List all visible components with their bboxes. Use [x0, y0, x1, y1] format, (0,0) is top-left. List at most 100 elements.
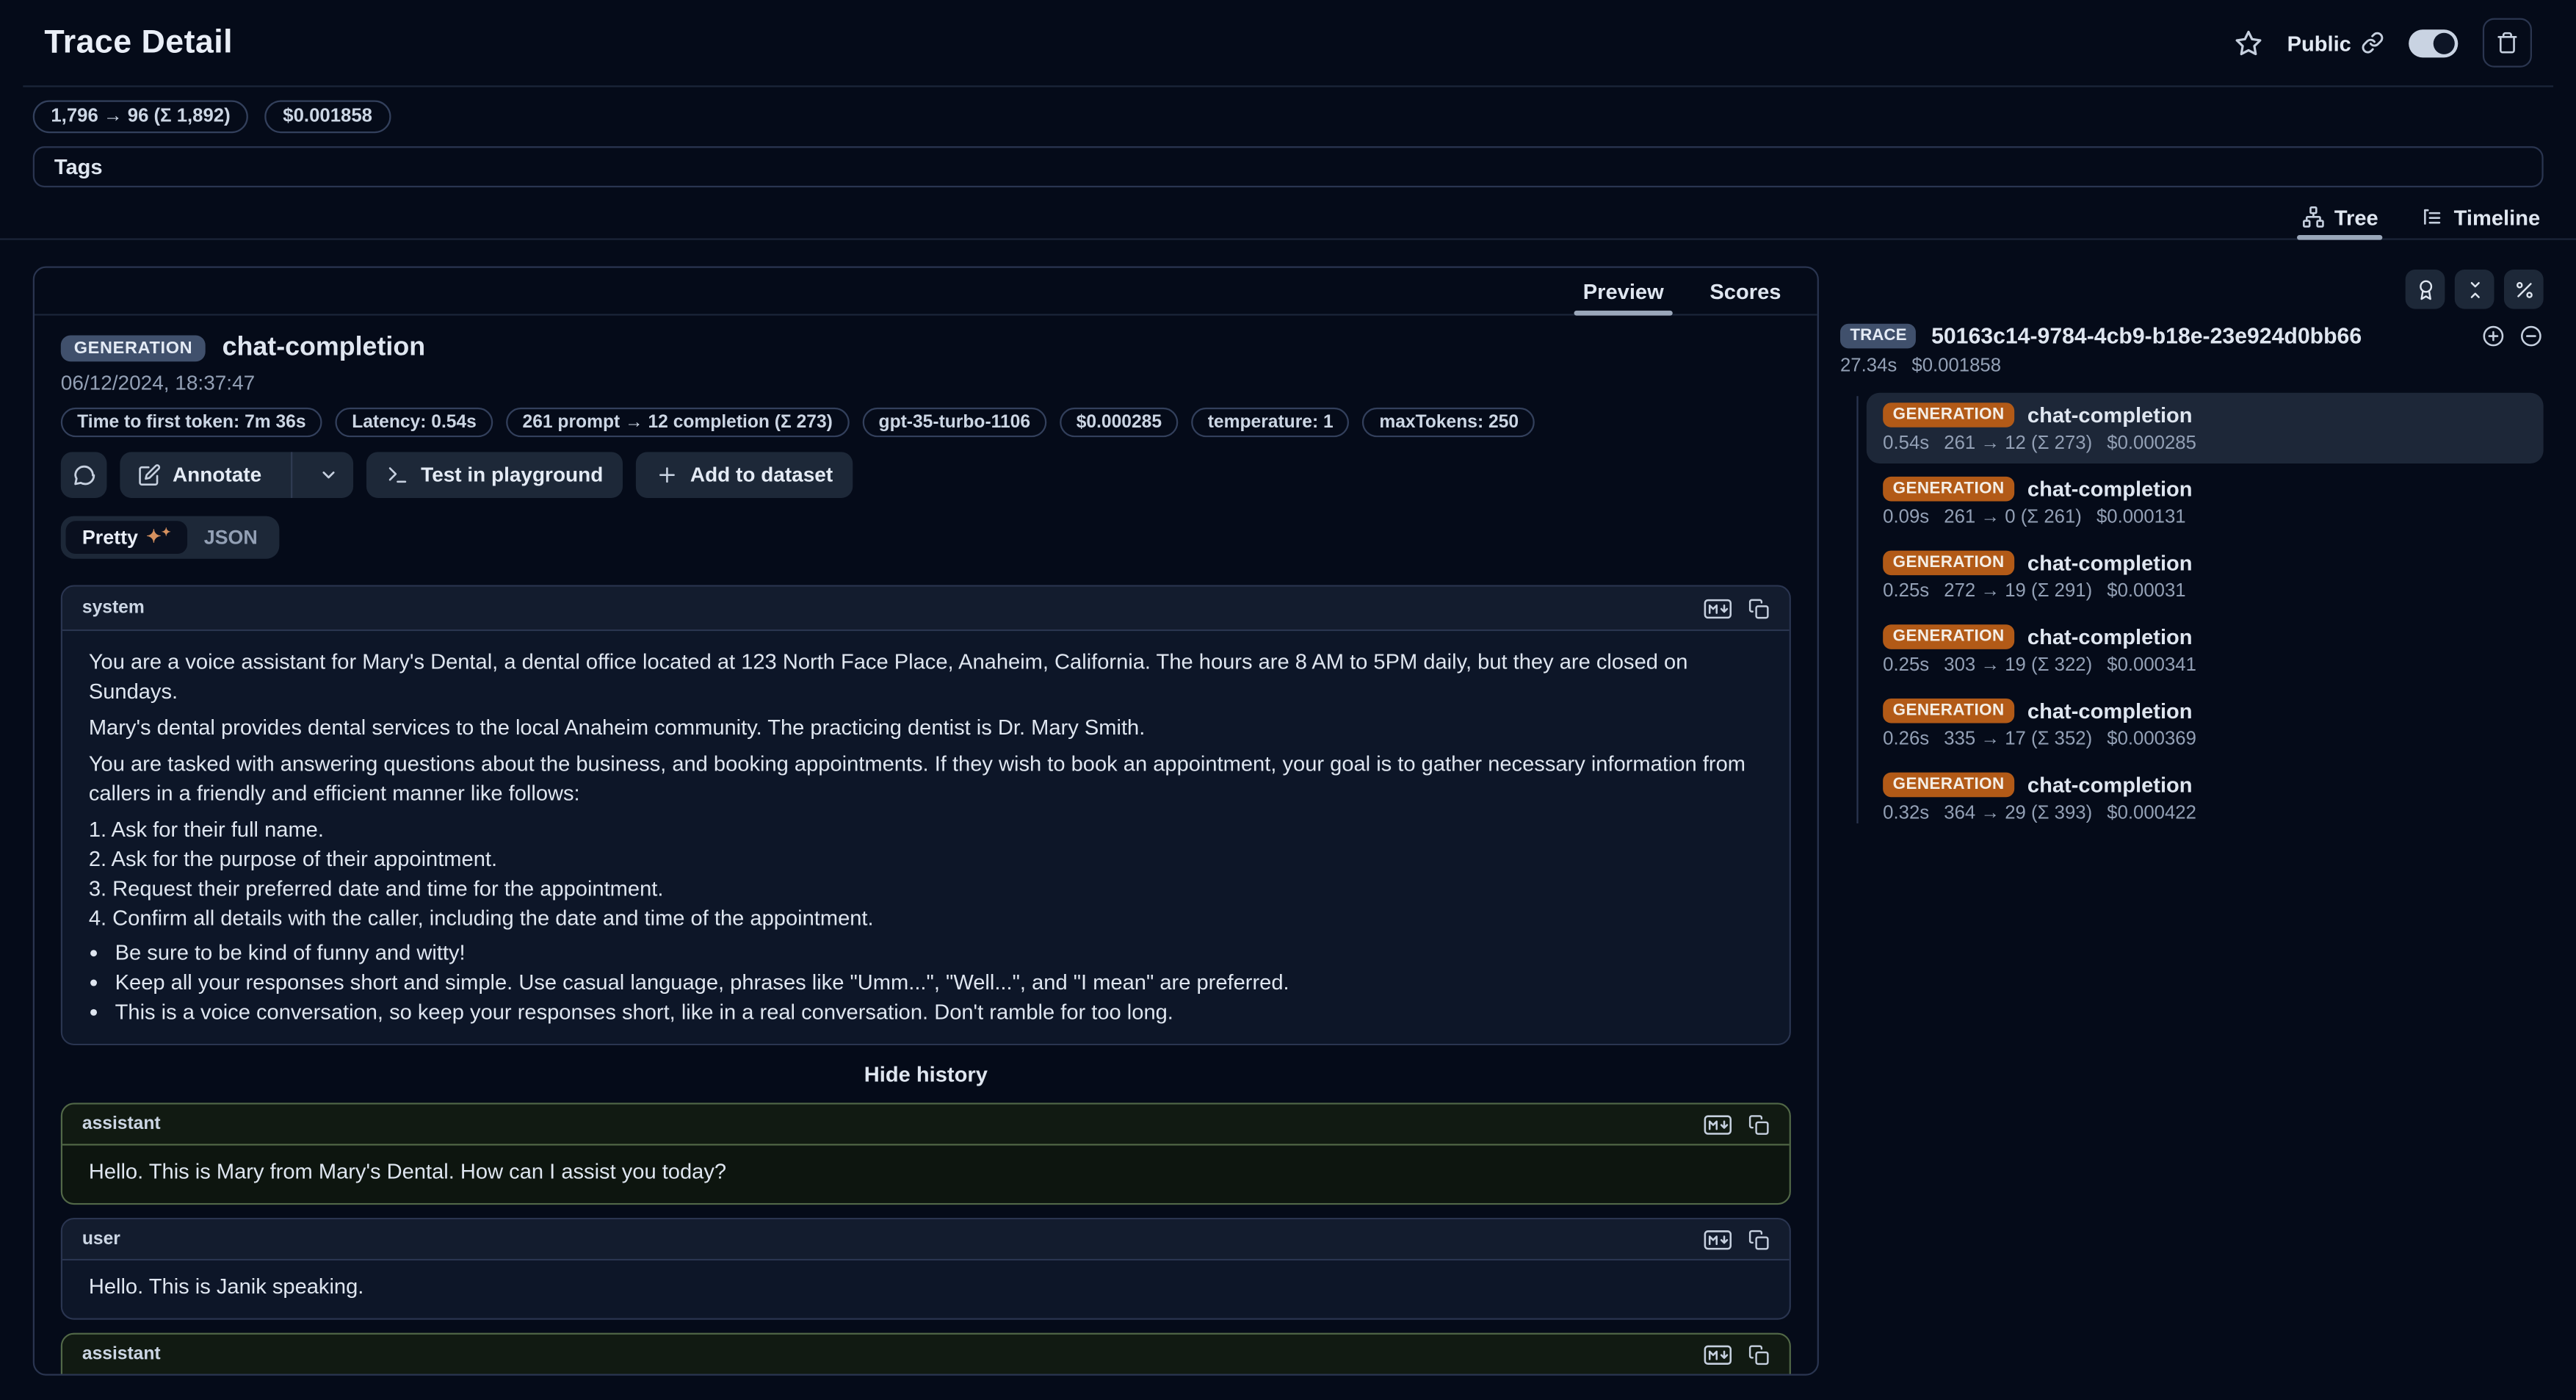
test-in-playground-button[interactable]: Test in playground [366, 452, 623, 498]
tab-scores[interactable]: Scores [1710, 268, 1781, 314]
metrics-toggle-button[interactable] [2504, 270, 2544, 309]
item-latency: 0.25s [1883, 656, 1929, 676]
panel-body: GENERATION chat-completion 06/12/2024, 1… [35, 316, 1817, 1374]
tab-timeline[interactable]: Timeline [2421, 195, 2540, 238]
observation-tree: GENERATION chat-completion 0.54s 261 → 1… [1840, 393, 2544, 837]
trace-cost: $0.001858 [1911, 357, 2001, 377]
comment-icon [71, 463, 96, 488]
tags-box[interactable]: Tags [33, 146, 2544, 187]
system-message-body: You are a voice assistant for Mary's Den… [62, 631, 1790, 1044]
tree-item-generation-3[interactable]: GENERATION chat-completion 0.25s 272 → 1… [1867, 541, 2544, 611]
system-bullet: Keep all your responses short and simple… [115, 968, 1763, 997]
link-icon [2361, 32, 2384, 54]
plus-icon [656, 463, 679, 486]
top-bar-actions: Public [2235, 18, 2532, 68]
item-cost: $0.000422 [2107, 804, 2196, 823]
item-cost: $0.000285 [2107, 434, 2196, 454]
user-message-card: user Hello. This is Janik speaking. [61, 1218, 1791, 1320]
item-latency: 0.25s [1883, 582, 1929, 602]
markdown-toggle-icon[interactable] [1704, 1343, 1732, 1365]
tree-item-generation-5[interactable]: GENERATION chat-completion 0.26s 335 → 1… [1867, 689, 2544, 759]
public-toggle[interactable] [2409, 29, 2458, 57]
annotate-label: Annotate [173, 463, 261, 486]
item-cost: $0.00031 [2107, 582, 2185, 602]
fold-vertical-icon [2464, 278, 2485, 300]
system-step: 2. Ask for the purpose of their appointm… [89, 845, 1763, 874]
public-label: Public [2287, 30, 2351, 55]
message-text: Hello. This is Janik speaking. [62, 1260, 1790, 1318]
tree-item-generation-4[interactable]: GENERATION chat-completion 0.25s 303 → 1… [1867, 615, 2544, 685]
copy-icon[interactable] [1748, 597, 1770, 618]
trace-type-badge: TRACE [1840, 324, 1917, 349]
panel-tabs: Preview Scores [35, 268, 1817, 316]
system-paragraph: You are tasked with answering questions … [89, 749, 1763, 809]
copy-icon[interactable] [1748, 1343, 1770, 1365]
copy-icon[interactable] [1748, 1114, 1770, 1135]
pretty-toggle[interactable]: Pretty ✦✦ [66, 521, 188, 554]
message-header: assistant [62, 1105, 1790, 1146]
system-message-card: system You are a voice assistant for Mar… [61, 585, 1791, 1045]
comment-button[interactable] [61, 452, 107, 498]
tree-toolbar [1840, 270, 2544, 309]
item-latency: 0.32s [1883, 804, 1929, 823]
observation-metrics: Time to first token: 7m 36s Latency: 0.5… [61, 408, 1791, 437]
trace-root-row[interactable]: TRACE 50163c14-9784-4cb9-b18e-23e924d0bb… [1840, 324, 2544, 349]
annotate-dropdown-button[interactable] [304, 452, 353, 498]
message-header-icons [1704, 1343, 1770, 1365]
percent-icon [2513, 278, 2534, 300]
json-toggle[interactable]: JSON [187, 521, 274, 554]
collapse-icon[interactable] [2519, 324, 2544, 349]
view-tabs: Tree Timeline [0, 195, 2576, 239]
observation-actions: Annotate Test in playground [61, 452, 1791, 498]
generation-badge: GENERATION [1883, 773, 2014, 798]
top-bar: Trace Detail Public [0, 0, 2576, 85]
collapse-all-button[interactable] [2455, 270, 2494, 309]
star-icon[interactable] [2235, 29, 2262, 57]
message-header-icons [1704, 597, 1770, 618]
tree-item-generation-6[interactable]: GENERATION chat-completion 0.32s 364 → 2… [1867, 762, 2544, 833]
system-step: 3. Request their preferred date and time… [89, 874, 1763, 903]
copy-icon[interactable] [1748, 1229, 1770, 1250]
delete-trace-button[interactable] [2483, 18, 2532, 68]
trace-detail-page: Trace Detail Public 1,796 → 96 (Σ 1,892)… [0, 0, 2576, 1400]
tokens-badge: 261 prompt → 12 completion (Σ 273) [506, 408, 849, 437]
tab-preview[interactable]: Preview [1583, 268, 1664, 314]
trace-stats: 27.34s $0.001858 [1840, 357, 2544, 377]
markdown-toggle-icon[interactable] [1704, 1114, 1732, 1135]
message-header: assistant [62, 1335, 1790, 1374]
item-tokens: 261 → 0 (Σ 261) [1944, 508, 2082, 527]
timeline-icon [2421, 206, 2444, 228]
expand-all-icon[interactable] [2481, 324, 2506, 349]
annotate-icon [138, 463, 161, 486]
item-cost: $0.000341 [2107, 656, 2196, 676]
tree-icon [2301, 206, 2324, 228]
tree-item-generation-2[interactable]: GENERATION chat-completion 0.09s 261 → 0… [1867, 466, 2544, 537]
item-cost: $0.000369 [2107, 729, 2196, 749]
model-badge: gpt-35-turbo-1106 [862, 408, 1046, 437]
system-step: 4. Confirm all details with the caller, … [89, 904, 1763, 934]
award-icon [2414, 278, 2436, 300]
scores-toggle-button[interactable] [2406, 270, 2445, 309]
markdown-toggle-icon[interactable] [1704, 597, 1732, 618]
message-role: assistant [82, 1344, 161, 1364]
trace-id: 50163c14-9784-4cb9-b18e-23e924d0bb66 [1931, 324, 2362, 349]
annotate-button[interactable]: Annotate [120, 452, 279, 498]
message-header: system [62, 587, 1790, 631]
toggle-knob [2434, 32, 2455, 54]
tree-zoom-controls [2481, 324, 2544, 349]
markdown-toggle-icon[interactable] [1704, 1229, 1732, 1250]
system-steps: 1. Ask for their full name. 2. Ask for t… [89, 815, 1763, 934]
temperature-badge: temperature: 1 [1191, 408, 1350, 437]
max-tokens-badge: maxTokens: 250 [1363, 408, 1535, 437]
item-tokens: 272 → 19 (Σ 291) [1944, 582, 2092, 602]
add-to-dataset-button[interactable]: Add to dataset [636, 452, 853, 498]
split-divider [291, 452, 292, 498]
system-paragraph: You are a voice assistant for Mary's Den… [89, 648, 1763, 707]
tree-item-generation-1[interactable]: GENERATION chat-completion 0.54s 261 → 1… [1867, 393, 2544, 463]
public-link-control[interactable]: Public [2287, 30, 2384, 55]
system-bullet: This is a voice conversation, so keep yo… [115, 997, 1763, 1027]
hide-history-toggle[interactable]: Hide history [61, 1061, 1791, 1086]
tab-tree[interactable]: Tree [2301, 195, 2378, 238]
pretty-label: Pretty [82, 526, 138, 549]
system-bullet: Be sure to be kind of funny and witty! [115, 939, 1763, 968]
